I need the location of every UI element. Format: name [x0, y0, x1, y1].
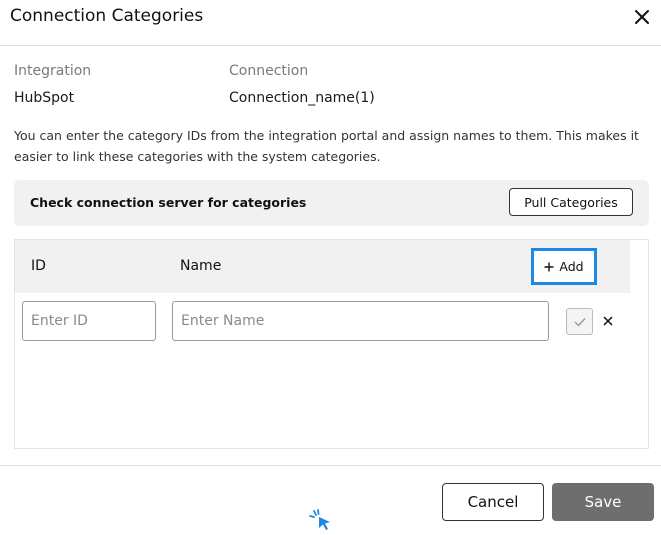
footer-divider [0, 465, 661, 466]
pull-categories-button[interactable]: Pull Categories [509, 188, 633, 216]
categories-table: ID Name Add [14, 239, 649, 449]
check-connection-text: Check connection server for categories [30, 195, 307, 210]
remove-row-button[interactable] [600, 312, 616, 330]
description-text: You can enter the category IDs from the … [14, 128, 639, 164]
category-name-input[interactable] [172, 301, 549, 341]
add-button-label: Add [559, 259, 584, 274]
cancel-button[interactable]: Cancel [442, 483, 544, 521]
integration-label: Integration [14, 63, 92, 79]
close-icon [635, 10, 649, 24]
close-icon [603, 316, 613, 326]
check-connection-panel: Check connection server for categories P… [14, 180, 649, 226]
dialog-title: Connection Categories [10, 6, 204, 26]
integration-value: HubSpot [14, 90, 75, 106]
check-icon [574, 317, 586, 327]
column-header-name: Name [180, 258, 222, 274]
plus-icon [544, 262, 554, 271]
save-button[interactable]: Save [552, 483, 654, 521]
column-header-id: ID [31, 258, 46, 274]
add-category-button[interactable]: Add [531, 248, 597, 285]
connection-label: Connection [229, 63, 309, 79]
connection-value: Connection_name(1) [229, 90, 375, 106]
close-dialog-button[interactable] [630, 5, 654, 29]
table-header: ID Name Add [15, 240, 630, 293]
header-divider [0, 45, 661, 46]
mouse-cursor-icon [309, 509, 330, 530]
confirm-row-button[interactable] [566, 308, 593, 335]
category-id-input[interactable] [22, 301, 156, 341]
